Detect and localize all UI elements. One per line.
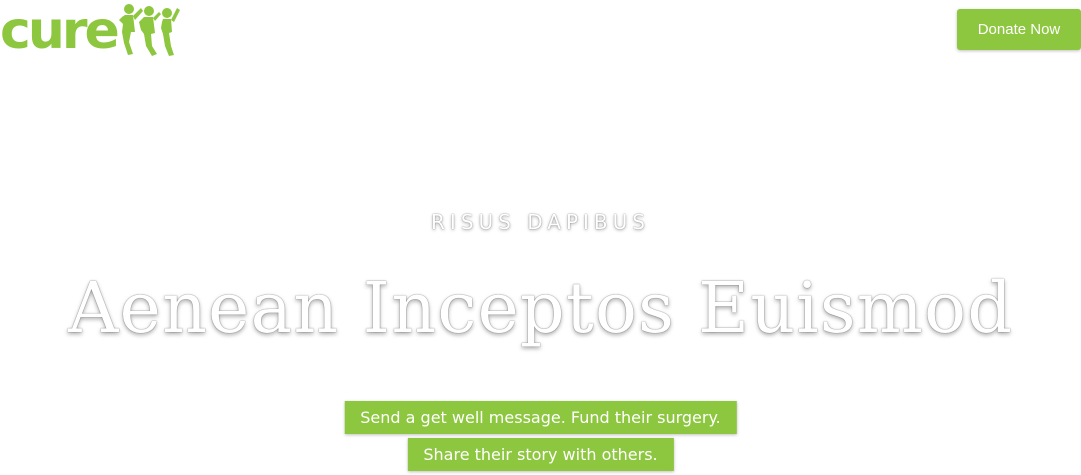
page: cure Donate Now RISUS DAPIBUS Aenean Inc… [0,0,1081,475]
hero-title: Aenean Inceptos Euismod [68,267,1013,349]
cure-logo[interactable]: cure [0,2,181,60]
share-story-button[interactable]: Share their story with others. [407,438,674,471]
logo-wordmark: cure [0,1,120,61]
get-well-fund-surgery-button[interactable]: Send a get well message. Fund their surg… [344,401,737,434]
children-figures-icon [118,2,181,63]
donate-now-button[interactable]: Donate Now [957,9,1081,50]
hero-kicker: RISUS DAPIBUS [431,210,650,234]
